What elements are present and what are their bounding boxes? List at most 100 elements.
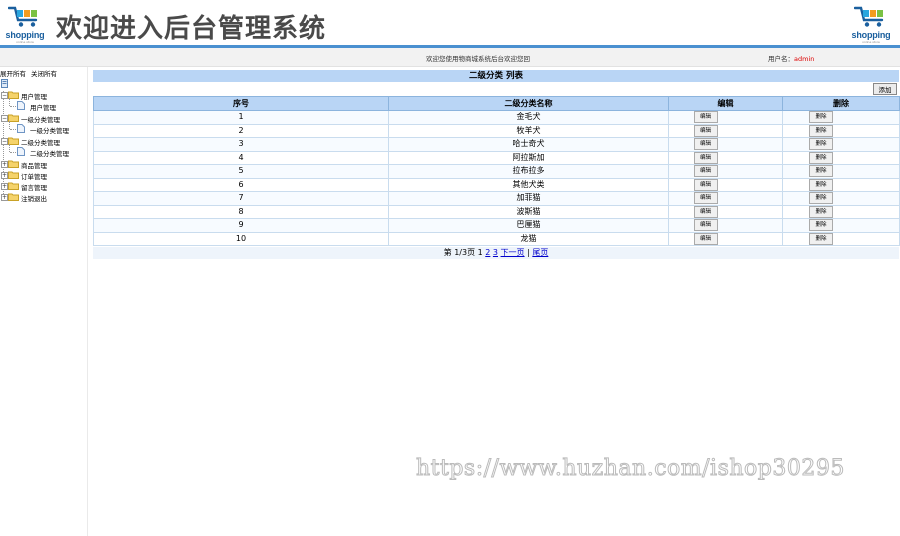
edit-button[interactable]: 编辑	[693, 124, 718, 137]
page-link-3[interactable]: 3	[493, 248, 498, 257]
delete-button[interactable]: 删除	[809, 219, 833, 231]
tree-node-orders[interactable]: + 订单管理	[0, 170, 87, 181]
header: shopping online store 欢迎进入后台管理系统 shoppin…	[0, 0, 900, 48]
table-row: 10 龙猫 编辑 删除	[93, 231, 900, 246]
user-label: 用户名：	[768, 55, 794, 63]
edit-button[interactable]: 编辑	[693, 232, 718, 245]
expand-icon[interactable]: +	[1, 183, 8, 190]
edit-cell: 编辑	[668, 177, 783, 192]
delete-button[interactable]: 删除	[809, 151, 833, 164]
delete-button[interactable]: 删除	[809, 138, 833, 150]
edit-button[interactable]: 编辑	[693, 205, 718, 218]
edit-button[interactable]: 编辑	[693, 111, 718, 123]
tree-node-products[interactable]: + 商品管理	[0, 159, 87, 170]
tree-node-user-management[interactable]: − 用户管理	[0, 90, 87, 101]
tree-node-messages[interactable]: + 留言管理	[0, 181, 87, 192]
edit-button[interactable]: 编辑	[693, 219, 718, 231]
collapse-all-link[interactable]: 关闭所有	[31, 70, 57, 78]
tree-leaf-label: 二级分类管理	[30, 150, 69, 158]
delete-button[interactable]: 删除	[809, 232, 833, 245]
edit-button[interactable]: 编辑	[693, 138, 718, 150]
table-row: 1 金毛犬 编辑 删除	[93, 110, 900, 125]
table-row: 9 巴厘猫 编辑 删除	[93, 218, 900, 233]
tree-guide-line	[9, 121, 10, 129]
edit-button[interactable]: 编辑	[693, 192, 718, 204]
shopping-cart-icon	[8, 6, 38, 27]
collapse-icon[interactable]: −	[1, 92, 8, 99]
tree-leaf-user-management[interactable]: 用户管理	[0, 98, 87, 112]
edit-cell: 编辑	[668, 204, 783, 219]
tree-node-label: 留言管理	[21, 184, 47, 192]
edit-button[interactable]: 编辑	[693, 151, 718, 164]
column-header-delete: 删除	[782, 96, 900, 111]
delete-button[interactable]: 删除	[809, 192, 833, 204]
row-name: 牧羊犬	[388, 123, 669, 138]
row-id: 10	[93, 231, 389, 246]
row-name: 其他犬类	[388, 177, 669, 192]
tree-node-label: 二级分类管理	[21, 139, 60, 147]
last-page-link[interactable]: 尾页	[532, 248, 548, 257]
expand-all-link[interactable]: 展开所有	[0, 70, 26, 78]
tree-node-category2[interactable]: − 二级分类管理	[0, 136, 87, 147]
delete-cell: 删除	[782, 231, 900, 246]
pagination: 第 1/3页 1 2 3 下一页 | 尾页	[93, 247, 899, 259]
tree-leaf-label: 用户管理	[30, 104, 56, 112]
expand-icon[interactable]: +	[1, 172, 8, 179]
add-button[interactable]: 添加	[873, 83, 897, 95]
row-name: 阿拉斯加	[388, 150, 669, 165]
tree-node-label: 商品管理	[21, 162, 47, 170]
row-id: 9	[93, 218, 389, 233]
delete-cell: 删除	[782, 137, 900, 152]
tree-leaf-label: 一级分类管理	[30, 127, 69, 135]
delete-button[interactable]: 删除	[809, 124, 833, 137]
folder-icon	[8, 182, 19, 190]
tree-leaf-category2[interactable]: 二级分类管理	[0, 144, 87, 158]
row-name: 龙猫	[388, 231, 669, 246]
row-id: 4	[93, 150, 389, 165]
category-table: 序号 二级分类名称 编辑 删除 1 金毛犬 编辑 删除 2 牧羊犬 编辑 删除 …	[93, 96, 900, 246]
table-row: 3 哈士奇犬 编辑 删除	[93, 137, 900, 152]
tree-node-label: 用户管理	[21, 93, 47, 101]
logo-subtext: online store	[16, 40, 34, 44]
delete-button[interactable]: 删除	[809, 178, 833, 191]
file-icon	[17, 124, 25, 133]
tree-node-category1[interactable]: − 一级分类管理	[0, 113, 87, 124]
next-page-link[interactable]: 下一页	[501, 248, 525, 257]
row-id: 5	[93, 164, 389, 179]
logo-wordmark: shopping	[5, 30, 45, 40]
collapse-icon[interactable]: −	[1, 115, 8, 122]
shopping-logo-right: shopping online store	[848, 6, 894, 44]
folder-icon	[8, 193, 19, 201]
expand-icon[interactable]: +	[1, 161, 8, 168]
collapse-icon[interactable]: −	[1, 138, 8, 145]
expand-icon[interactable]: +	[1, 194, 8, 201]
edit-button[interactable]: 编辑	[693, 178, 718, 191]
row-id: 8	[93, 204, 389, 219]
table-row: 5 拉布拉多 编辑 删除	[93, 164, 900, 179]
table-row: 2 牧羊犬 编辑 删除	[93, 123, 900, 138]
shopping-logo: shopping online store	[2, 6, 48, 44]
file-icon	[17, 147, 25, 156]
delete-button[interactable]: 删除	[809, 111, 833, 123]
table-row: 7 加菲猫 编辑 删除	[93, 191, 900, 206]
page-link-2[interactable]: 2	[485, 248, 490, 257]
row-name: 加菲猫	[388, 191, 669, 206]
delete-cell: 删除	[782, 110, 900, 125]
tree-node-label: 注销退出	[21, 195, 47, 203]
delete-button[interactable]: 删除	[809, 165, 833, 177]
edit-cell: 编辑	[668, 110, 783, 125]
tree-guide-line	[9, 144, 10, 152]
table-row: 8 波斯猫 编辑 删除	[93, 204, 900, 219]
tree-leaf-category1[interactable]: 一级分类管理	[0, 121, 87, 135]
delete-cell: 删除	[782, 191, 900, 206]
delete-button[interactable]: 删除	[809, 205, 833, 218]
row-id: 2	[93, 123, 389, 138]
welcome-text: 欢迎您使用物商城系统后台欢迎您回	[426, 55, 530, 63]
table-row: 4 阿拉斯加 编辑 删除	[93, 150, 900, 165]
column-header-edit: 编辑	[668, 96, 783, 111]
edit-cell: 编辑	[668, 191, 783, 206]
logo-subtext: online store	[862, 40, 880, 44]
edit-button[interactable]: 编辑	[693, 165, 718, 177]
tree-node-logout[interactable]: + 注销退出	[0, 192, 87, 203]
shopping-cart-icon	[854, 6, 884, 27]
